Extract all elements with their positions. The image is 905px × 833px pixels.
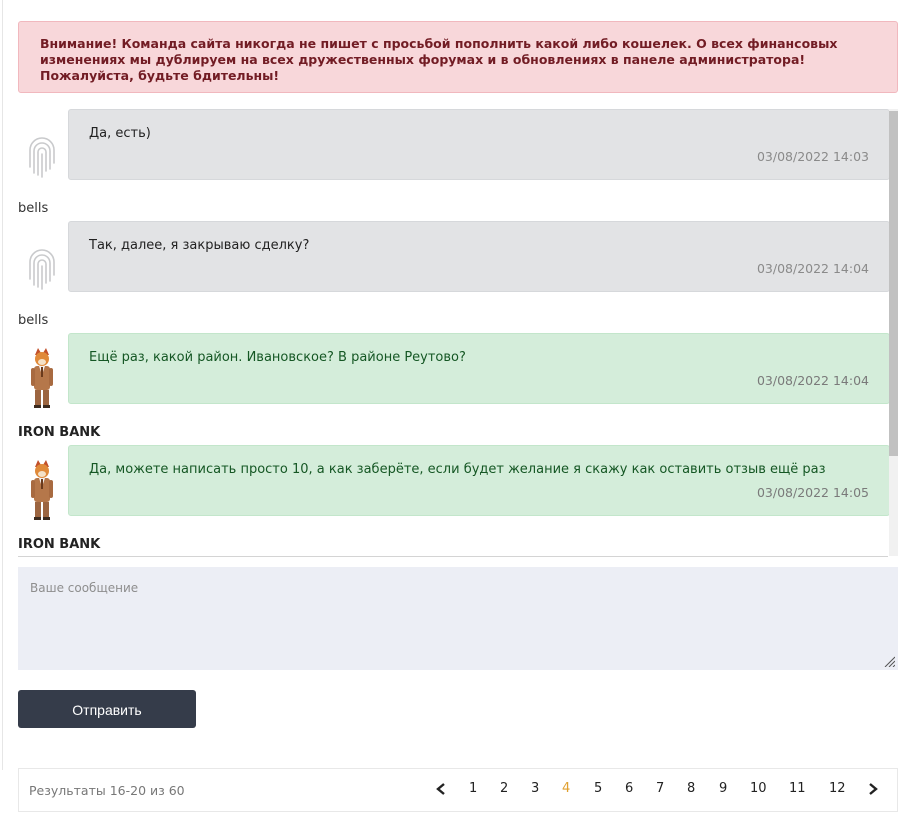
- page-link-9[interactable]: 9: [719, 781, 727, 796]
- message-input-placeholder: Ваше сообщение: [30, 581, 139, 595]
- message-bubble: Да, можете написать просто 10, а как заб…: [68, 445, 890, 516]
- chat-scrollbar-thumb[interactable]: [889, 111, 898, 456]
- page-link-1[interactable]: 1: [469, 781, 477, 796]
- page-link-7[interactable]: 7: [656, 781, 664, 796]
- cartoon-avatar-icon: [26, 345, 58, 411]
- message-timestamp: 03/08/2022 14:03: [756, 149, 869, 164]
- pagination: Результаты 16-20 из 60 1 2 3 4 5 6 7 8 9…: [18, 768, 898, 812]
- message-text: Да, есть): [89, 126, 151, 141]
- message-author: bells: [18, 201, 49, 216]
- page-link-6[interactable]: 6: [625, 781, 633, 796]
- page-link-4-current[interactable]: 4: [562, 781, 570, 796]
- message-timestamp: 03/08/2022 14:04: [756, 373, 869, 388]
- message-input[interactable]: Ваше сообщение: [18, 567, 898, 670]
- pagination-pages: 1 2 3 4 5 6 7 8 9 10 11 12: [19, 769, 897, 811]
- chevron-right-icon[interactable]: [867, 782, 879, 796]
- message-author: bells: [18, 313, 49, 328]
- chat-history[interactable]: Да, есть) 03/08/2022 14:03 bells Так, да…: [18, 109, 898, 556]
- message-author: IRON BANK: [18, 425, 101, 440]
- cartoon-avatar-icon: [26, 457, 58, 523]
- page-link-3[interactable]: 3: [531, 781, 539, 796]
- chat-scrollbar[interactable]: [889, 109, 898, 556]
- warning-alert: Внимание! Команда сайта никогда не пишет…: [18, 21, 898, 93]
- page-link-10[interactable]: 10: [750, 781, 767, 796]
- page-link-12[interactable]: 12: [829, 781, 846, 796]
- chat-divider: [18, 556, 888, 557]
- page-link-8[interactable]: 8: [687, 781, 695, 796]
- message-timestamp: 03/08/2022 14:04: [756, 261, 869, 276]
- send-button[interactable]: Отправить: [18, 690, 196, 728]
- message-bubble: Ещё раз, какой район. Ивановское? В райо…: [68, 333, 890, 404]
- left-border: [2, 0, 3, 770]
- message-text: Так, далее, я закрываю сделку?: [89, 238, 310, 253]
- message-author: IRON BANK: [18, 537, 101, 552]
- chat-message: Да, есть) 03/08/2022 14:03 bells: [18, 109, 890, 221]
- message-text: Ещё раз, какой район. Ивановское? В райо…: [89, 350, 466, 365]
- chat-message: Так, далее, я закрываю сделку? 03/08/202…: [18, 221, 890, 333]
- resize-handle-icon[interactable]: [883, 655, 895, 667]
- chevron-left-icon[interactable]: [435, 782, 447, 796]
- page-link-11[interactable]: 11: [789, 781, 806, 796]
- chat-message: Ещё раз, какой район. Ивановское? В райо…: [18, 333, 890, 445]
- page-link-5[interactable]: 5: [594, 781, 602, 796]
- fingerprint-avatar-icon: [26, 247, 58, 317]
- message-bubble: Да, есть) 03/08/2022 14:03: [68, 109, 890, 180]
- message-bubble: Так, далее, я закрываю сделку? 03/08/202…: [68, 221, 890, 292]
- warning-alert-text: Внимание! Команда сайта никогда не пишет…: [40, 36, 838, 83]
- message-timestamp: 03/08/2022 14:05: [756, 485, 869, 500]
- chat-message: Да, можете написать просто 10, а как заб…: [18, 445, 890, 556]
- message-text: Да, можете написать просто 10, а как заб…: [89, 462, 826, 477]
- fingerprint-avatar-icon: [26, 135, 58, 205]
- page-link-2[interactable]: 2: [500, 781, 508, 796]
